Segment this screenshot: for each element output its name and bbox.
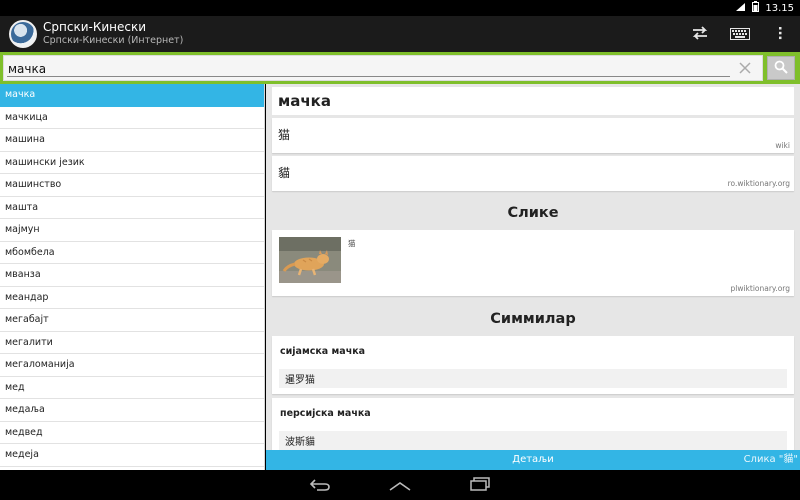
word-list-item[interactable]: мегаломанија bbox=[0, 354, 264, 377]
word-list-item[interactable]: машински језик bbox=[0, 152, 264, 174]
back-icon bbox=[309, 476, 331, 495]
word-list-item[interactable]: машина bbox=[0, 129, 264, 152]
translation-source[interactable]: wiki bbox=[775, 141, 790, 150]
signal-icon bbox=[735, 2, 746, 15]
app-logo-icon[interactable] bbox=[9, 20, 37, 48]
word-list-item[interactable]: мбомбела bbox=[0, 242, 264, 264]
search-underline bbox=[7, 76, 730, 77]
search-bar bbox=[0, 52, 800, 84]
bottom-action-strip: Детаљи Слика "貓" bbox=[266, 450, 800, 470]
similar-term[interactable]: сијамска мачка bbox=[280, 346, 365, 357]
overflow-menu-icon bbox=[778, 25, 782, 44]
details-button[interactable]: Детаљи bbox=[266, 450, 800, 470]
translation-card[interactable]: 猫 wiki bbox=[272, 118, 794, 153]
similar-translation: 波斯貓 bbox=[279, 431, 787, 450]
recent-apps-button[interactable] bbox=[462, 473, 498, 497]
keyboard-icon bbox=[730, 25, 750, 44]
similar-card[interactable]: персијска мачка 波斯貓 bbox=[272, 398, 794, 450]
word-list-item[interactable]: мегалити bbox=[0, 332, 264, 354]
image-source[interactable]: plwiktionary.org bbox=[730, 284, 790, 293]
title-block: Српски-Кинески Српски-Кинески (Интернет) bbox=[43, 21, 183, 47]
search-field-container bbox=[3, 55, 763, 81]
word-list-item[interactable]: мачкица bbox=[0, 107, 264, 129]
navigation-bar bbox=[0, 470, 800, 500]
translation-text: 貓 bbox=[278, 166, 291, 180]
word-list-item[interactable]: мајмун bbox=[0, 219, 264, 242]
word-list-item[interactable]: мванза bbox=[0, 264, 264, 287]
translation-text: 猫 bbox=[278, 128, 291, 142]
action-bar-buttons bbox=[680, 16, 800, 52]
close-icon bbox=[739, 59, 751, 78]
image-card[interactable]: 猫 plwiktionary.org bbox=[272, 230, 794, 296]
word-list-item[interactable]: мегабајт bbox=[0, 309, 264, 332]
search-icon bbox=[774, 59, 788, 78]
action-bar: Српски-Кинески Српски-Кинески (Интернет) bbox=[0, 16, 800, 52]
back-button[interactable] bbox=[302, 473, 338, 497]
translation-card[interactable]: 貓 ro.wiktionary.org bbox=[272, 156, 794, 191]
battery-icon bbox=[752, 1, 760, 15]
status-bar: 13.15 bbox=[0, 0, 800, 16]
overflow-menu-button[interactable] bbox=[760, 16, 800, 52]
word-list-item[interactable]: машинство bbox=[0, 174, 264, 197]
search-button[interactable] bbox=[767, 56, 795, 80]
app-title: Српски-Кинески bbox=[43, 20, 147, 34]
image-search-button[interactable]: Слика "貓" bbox=[744, 450, 798, 470]
similar-term[interactable]: персијска мачка bbox=[280, 408, 371, 419]
entry-detail-pane[interactable]: мачка 猫 wiki 貓 ro.wiktionary.org Слике 猫… bbox=[266, 84, 800, 450]
word-list[interactable]: мачка мачкица машина машински језик машинств… bbox=[0, 84, 265, 470]
similar-translation: 暹罗猫 bbox=[279, 369, 787, 388]
swap-languages-button[interactable] bbox=[680, 16, 720, 52]
translation-source[interactable]: ro.wiktionary.org bbox=[728, 179, 790, 188]
similar-card[interactable]: сијамска мачка 暹罗猫 bbox=[272, 336, 794, 394]
app-subtitle: Српски-Кинески (Интернет) bbox=[43, 35, 184, 46]
clear-search-button[interactable] bbox=[736, 59, 754, 77]
home-button[interactable] bbox=[382, 473, 418, 497]
status-time: 13.15 bbox=[765, 2, 794, 14]
word-list-item-selected[interactable]: мачка bbox=[0, 84, 264, 107]
word-list-item[interactable]: медеја bbox=[0, 444, 264, 467]
word-list-item[interactable]: меандар bbox=[0, 287, 264, 309]
word-list-item[interactable]: машта bbox=[0, 197, 264, 219]
entry-word-title: мачка bbox=[272, 87, 794, 115]
recent-apps-icon bbox=[469, 476, 491, 495]
cat-image[interactable] bbox=[279, 237, 341, 283]
swap-icon bbox=[691, 25, 709, 44]
word-list-item[interactable]: медаља bbox=[0, 399, 264, 422]
similar-section-title: Симмилар bbox=[490, 311, 576, 327]
image-caption: 猫 bbox=[348, 239, 356, 248]
keyboard-button[interactable] bbox=[720, 16, 760, 52]
word-list-item[interactable]: мед bbox=[0, 377, 264, 399]
word-list-item[interactable]: медвед bbox=[0, 422, 264, 444]
home-icon bbox=[388, 476, 412, 495]
images-section-title: Слике bbox=[507, 205, 559, 221]
